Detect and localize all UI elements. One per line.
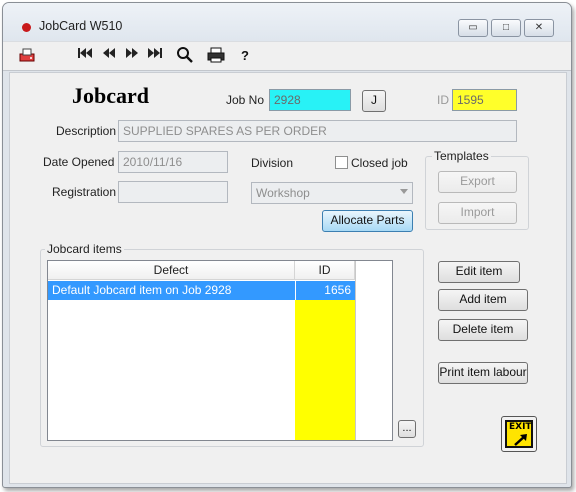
closed-job-checkbox[interactable] [335, 156, 348, 169]
division-select-value: Workshop [256, 186, 310, 200]
next-record-icon[interactable] [122, 46, 142, 66]
exit-label: EXIT [509, 422, 532, 432]
id-label: ID [437, 93, 449, 107]
exit-arrow-icon [514, 434, 527, 446]
registration-label: Registration [52, 185, 117, 199]
print-icon[interactable] [206, 46, 226, 66]
id-field[interactable]: 1595 [452, 89, 517, 111]
close-button[interactable]: ✕ [524, 19, 554, 37]
jobcard-window: JobCard W510 ▭ □ ✕ ? Jobcard Job No 2928… [2, 2, 572, 488]
row-defect-cell: Default Jobcard item on Job 2928 [52, 283, 232, 297]
toolbar: ? [3, 41, 571, 71]
more-button[interactable]: ... [398, 420, 416, 438]
date-opened-field[interactable]: 2010/11/16 [118, 151, 228, 173]
help-icon[interactable]: ? [235, 46, 255, 66]
exit-button[interactable]: EXIT [501, 416, 537, 452]
add-item-button[interactable]: Add item [438, 289, 528, 311]
jobcard-items-title: Jobcard items [45, 242, 124, 256]
row-cell-divider [295, 281, 296, 300]
maximize-icon: □ [502, 22, 510, 33]
description-field[interactable]: SUPPLIED SPARES AS PER ORDER [118, 120, 517, 142]
title-bar[interactable]: JobCard W510 ▭ □ ✕ [3, 3, 571, 41]
table-row[interactable]: Default Jobcard item on Job 2928 1656 [48, 281, 355, 300]
maximize-button[interactable]: □ [491, 19, 521, 37]
column-header-id[interactable]: ID [295, 261, 355, 280]
first-record-icon[interactable] [75, 46, 95, 66]
minimize-icon: ▭ [468, 22, 478, 33]
id-column-fill [295, 281, 355, 440]
description-label: Description [56, 124, 117, 138]
import-button[interactable]: Import [438, 202, 517, 224]
print-item-labour-button[interactable]: Print item labour [438, 362, 528, 384]
job-no-field[interactable]: 2928 [269, 89, 351, 111]
printer-tray-icon[interactable] [17, 46, 37, 66]
templates-title: Templates [432, 149, 491, 163]
column-header-defect[interactable]: Defect [48, 261, 295, 280]
edit-item-button[interactable]: Edit item [438, 261, 520, 283]
app-icon [22, 23, 31, 32]
minimize-button[interactable]: ▭ [458, 19, 488, 37]
chevron-down-icon [400, 189, 408, 194]
page-title: Jobcard [72, 83, 149, 108]
items-grid[interactable]: Defect ID Default Jobcard item on Job 29… [47, 260, 393, 441]
job-no-label: Job No [226, 93, 265, 107]
j-button[interactable]: J [362, 90, 386, 112]
allocate-parts-button[interactable]: Allocate Parts [322, 210, 413, 232]
delete-item-button[interactable]: Delete item [438, 319, 528, 341]
row-id-cell: 1656 [324, 283, 351, 297]
registration-field[interactable] [118, 181, 228, 203]
exit-icon: EXIT [505, 420, 533, 448]
window-title: JobCard W510 [39, 19, 123, 33]
close-icon: ✕ [534, 22, 544, 33]
closed-job-label: Closed job [351, 156, 408, 170]
previous-record-icon[interactable] [99, 46, 119, 66]
search-icon[interactable] [175, 46, 195, 66]
date-opened-label: Date Opened [43, 155, 115, 169]
grid-divider [355, 261, 356, 440]
form-area: Jobcard Job No 2928 J ID 1595 Descriptio… [9, 72, 567, 484]
division-label: Division [251, 156, 294, 170]
export-button[interactable]: Export [438, 171, 517, 193]
division-select[interactable]: Workshop [251, 182, 413, 204]
last-record-icon[interactable] [145, 46, 165, 66]
